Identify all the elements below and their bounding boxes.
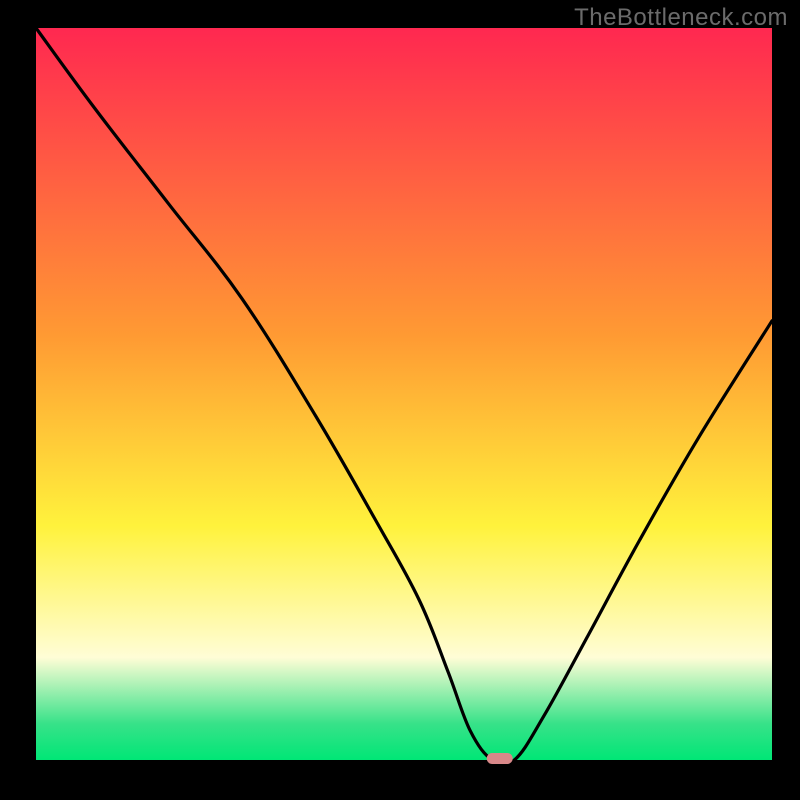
bottleneck-chart-svg	[0, 0, 800, 800]
chart-root: TheBottleneck.com	[0, 0, 800, 800]
optimum-marker	[487, 753, 513, 764]
watermark-text: TheBottleneck.com	[574, 4, 788, 32]
plot-area	[36, 28, 772, 760]
